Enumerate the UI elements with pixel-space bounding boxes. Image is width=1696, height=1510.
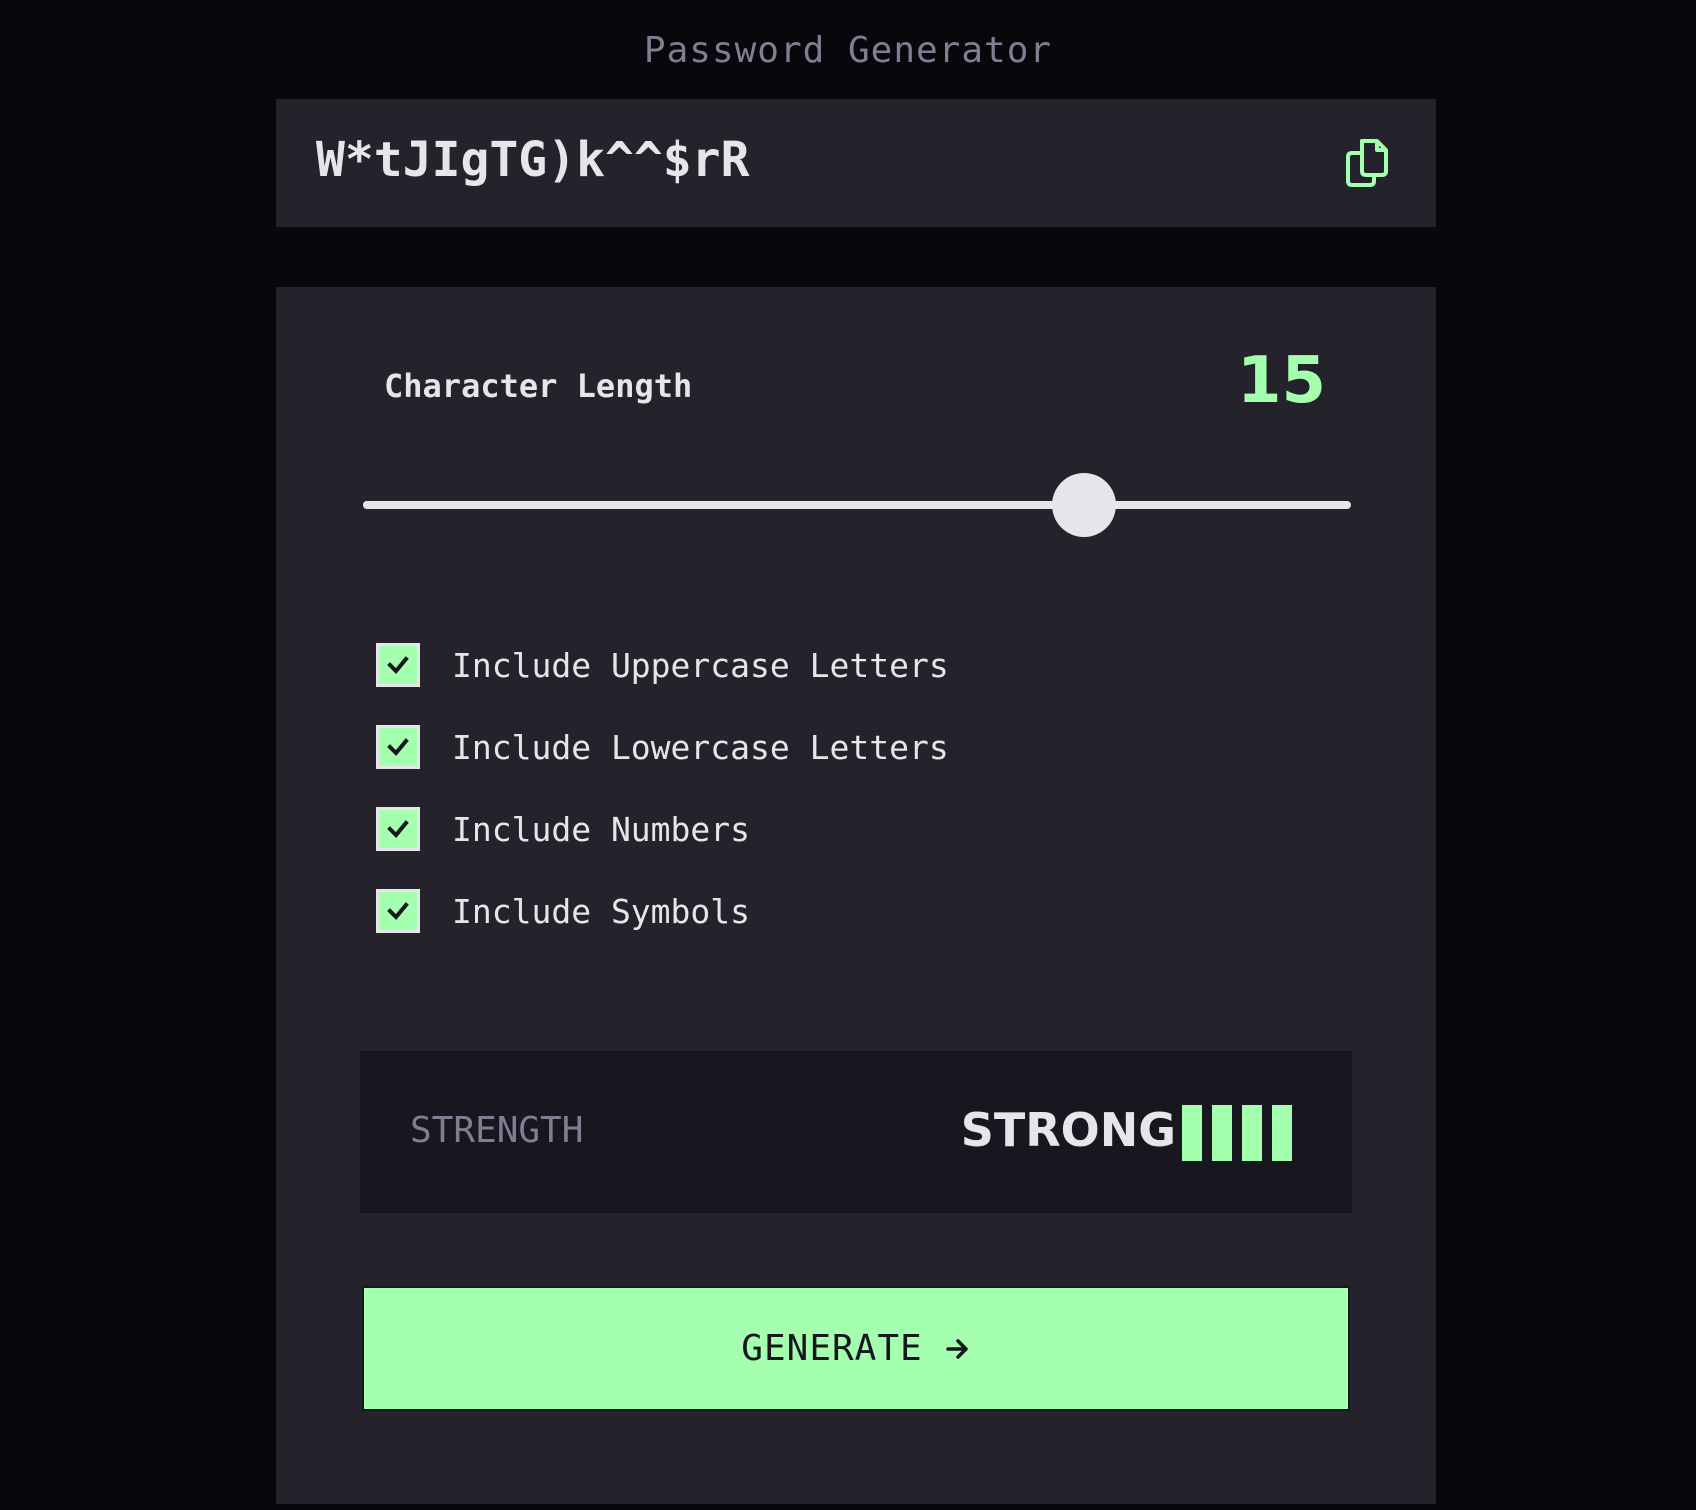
- strength-meter: STRENGTH STRONG: [360, 1051, 1352, 1213]
- generate-button[interactable]: GENERATE: [362, 1286, 1350, 1411]
- strength-bar: [1212, 1105, 1232, 1161]
- check-icon: [387, 738, 409, 756]
- settings-panel: Character Length 15 Include Uppercase Le…: [276, 287, 1436, 1504]
- character-length-label: Character Length: [384, 367, 693, 405]
- page-title: Password Generator: [643, 30, 1053, 71]
- checkbox[interactable]: [376, 807, 420, 851]
- copy-button[interactable]: [1344, 137, 1390, 189]
- length-slider[interactable]: [363, 473, 1351, 537]
- strength-bar: [1242, 1105, 1262, 1161]
- strength-label: STRENGTH: [410, 1110, 584, 1151]
- option-label: Include Numbers: [452, 809, 751, 849]
- strength-value: STRONG: [960, 1103, 1176, 1157]
- character-length-value: 15: [1236, 344, 1326, 418]
- strength-bar: [1272, 1105, 1292, 1161]
- options-list: Include Uppercase Letters Include Lowerca…: [376, 641, 1276, 969]
- slider-fill: [363, 501, 1085, 509]
- option-1[interactable]: Include Lowercase Letters: [376, 723, 1276, 771]
- strength-bars: [1172, 1105, 1292, 1161]
- check-icon: [387, 656, 409, 674]
- checkbox[interactable]: [376, 725, 420, 769]
- check-icon: [387, 820, 409, 838]
- arrow-right-icon: [945, 1336, 971, 1362]
- option-label: Include Uppercase Letters: [452, 645, 949, 685]
- option-label: Include Lowercase Letters: [452, 727, 949, 767]
- option-label: Include Symbols: [452, 891, 751, 931]
- password-output-panel: W*tJIgTG)k^^$rR: [276, 99, 1436, 227]
- copy-icon: [1346, 139, 1388, 187]
- check-icon: [387, 902, 409, 920]
- checkbox[interactable]: [376, 643, 420, 687]
- option-2[interactable]: Include Numbers: [376, 805, 1276, 853]
- option-0[interactable]: Include Uppercase Letters: [376, 641, 1276, 689]
- checkbox[interactable]: [376, 889, 420, 933]
- slider-thumb[interactable]: [1052, 473, 1117, 537]
- generate-label: GENERATE: [741, 1328, 923, 1369]
- generated-password: W*tJIgTG)k^^$rR: [316, 132, 750, 188]
- strength-bar: [1182, 1105, 1202, 1161]
- option-3[interactable]: Include Symbols: [376, 887, 1276, 935]
